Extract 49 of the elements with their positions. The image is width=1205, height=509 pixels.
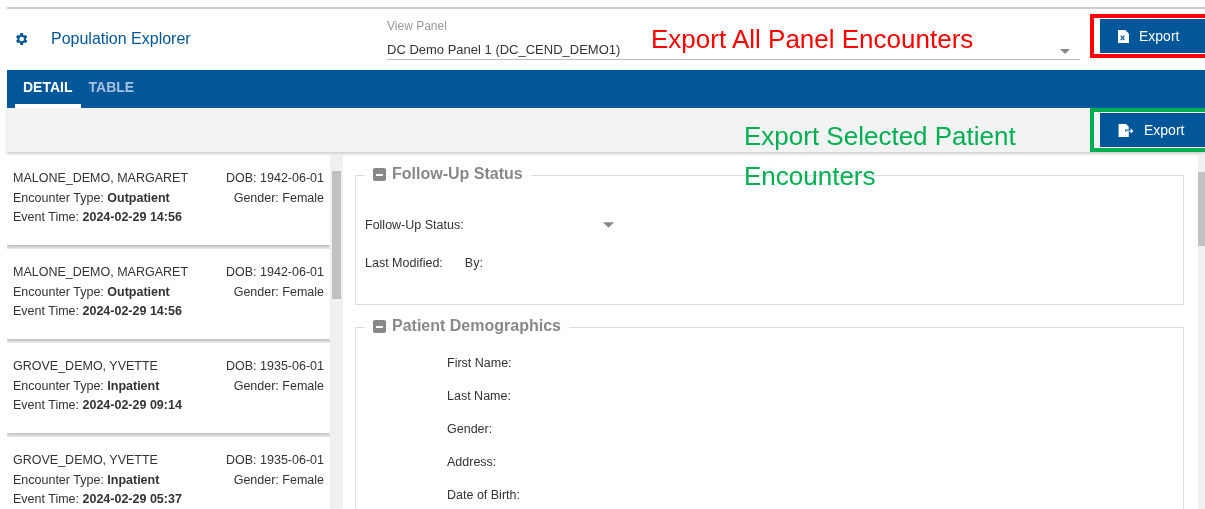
encounter-type: Encounter Type: Inpatient [13, 378, 160, 395]
patient-card[interactable]: MALONE_DEMO, MARGARET DOB: 1942-06-01 Encounter Type: Outpatient Gender: Female Event Time: 2024-02-29 14:56 [7, 155, 330, 245]
scrollbar[interactable] [330, 155, 343, 509]
encounter-type: Encounter Type: Outpatient [13, 190, 170, 207]
caret-icon [602, 222, 614, 228]
event-time: Event Time: 2024-02-29 05:37 [13, 492, 182, 508]
gender: Gender: Female [232, 284, 324, 301]
date-of-birth: DOB: 1942-06-01 [225, 171, 324, 187]
patient-name: MALONE_DEMO, MARGARET [13, 171, 189, 187]
field-label: First Name: [447, 355, 513, 372]
collapse-icon[interactable] [373, 319, 386, 333]
field-label: Follow-Up Status: [365, 218, 464, 232]
tab[interactable]: TABLE [80, 70, 143, 108]
field-label: Gender: [447, 422, 494, 438]
file-export-icon [1118, 123, 1134, 137]
patient-card[interactable]: GROVE_DEMO, YVETTE DOB: 1935-06-01 Encounter Type: Inpatient Gender: Female Event Time: 2024-02-29 05:37 [7, 437, 330, 509]
event-time: Event Time: 2024-02-29 14:56 [13, 210, 182, 226]
event-time: Event Time: 2024-02-29 14:56 [13, 304, 182, 320]
scrollbar[interactable] [1198, 155, 1205, 509]
spreadsheet-file-icon [1118, 29, 1129, 43]
section-title: Follow-Up Status [392, 165, 523, 183]
field-label: Last Name: [447, 389, 512, 405]
annotation-text: Export Selected Patient Encounters [744, 120, 1017, 193]
collapse-icon[interactable] [373, 167, 386, 181]
event-time: Event Time: 2024-02-29 09:14 [13, 398, 182, 414]
patient-card[interactable]: GROVE_DEMO, YVETTE DOB: 1935-06-01 Encounter Type: Inpatient Gender: Female Event Time: 2024-02-29 09:14 [7, 343, 330, 433]
field-label: By: [464, 256, 483, 270]
field-label: Last Modified: [365, 256, 443, 270]
patient-card[interactable]: MALONE_DEMO, MARGARET DOB: 1942-06-01 Encounter Type: Outpatient Gender: Female Event Time: 2024-02-29 14:56 [7, 249, 330, 339]
date-of-birth: DOB: 1935-06-01 [225, 453, 324, 469]
annotation-text: Export All Panel Encounters [651, 23, 974, 56]
date-of-birth: DOB: 1935-06-01 [225, 359, 324, 375]
field-label: Address: [447, 455, 498, 471]
field-label: Date of Birth: [447, 488, 521, 504]
gender: Gender: Female [232, 190, 324, 207]
export-button[interactable]: Export [1100, 19, 1205, 53]
patient-name: GROVE_DEMO, YVETTE [13, 359, 158, 375]
caret-icon [1060, 48, 1070, 54]
gender: Gender: Female [232, 472, 324, 489]
gender: Gender: Female [232, 378, 324, 395]
encounter-type: Encounter Type: Outpatient [13, 284, 170, 301]
encounter-type: Encounter Type: Inpatient [13, 472, 160, 489]
patient-name: MALONE_DEMO, MARGARET [13, 265, 189, 281]
date-of-birth: DOB: 1942-06-01 [225, 265, 324, 281]
app-title: Population Explorer [51, 30, 192, 48]
settings-icon[interactable] [13, 31, 29, 47]
export-button[interactable]: Export [1100, 113, 1205, 147]
section-title: Patient Demographics [392, 317, 561, 335]
patient-name: GROVE_DEMO, YVETTE [13, 453, 158, 469]
